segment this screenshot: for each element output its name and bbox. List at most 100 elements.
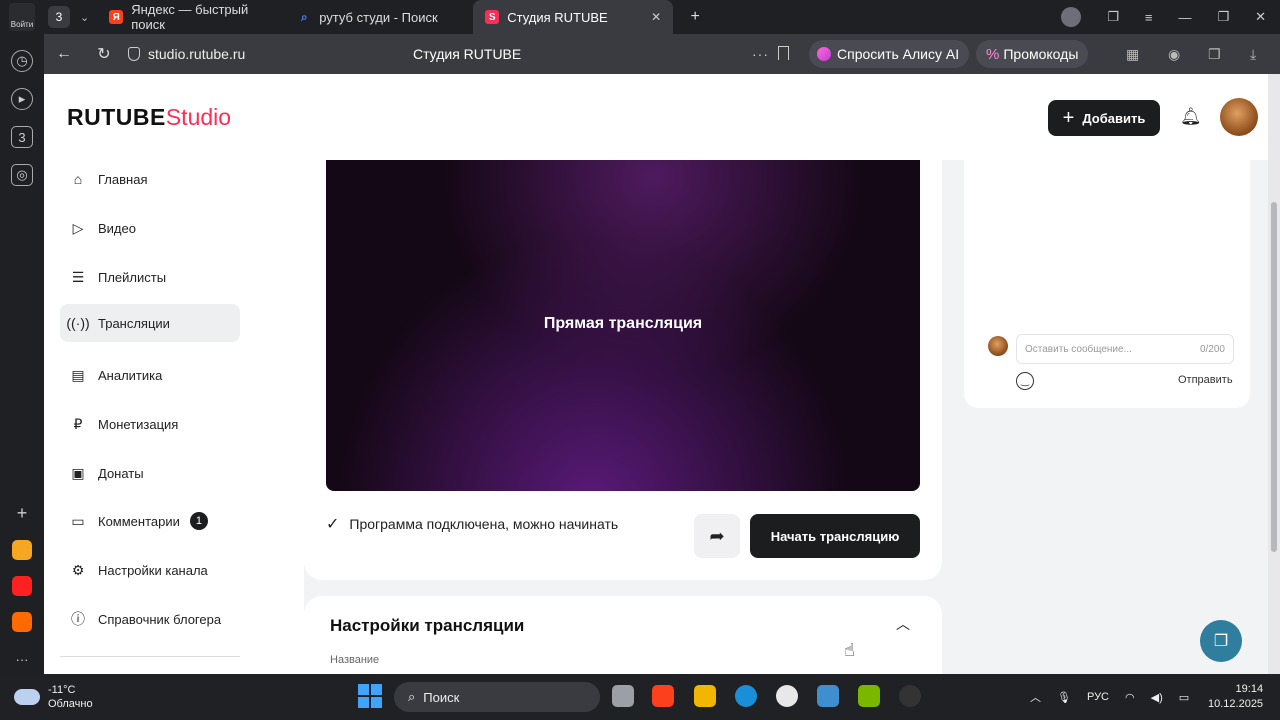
minimize-icon[interactable]: — — [1178, 10, 1191, 25]
search-icon: ⌕ — [300, 9, 308, 24]
microphone-icon[interactable]: 🎙︎ — [1057, 691, 1071, 704]
browser-tab-bar: Войти 3 ⌄ Я Яндекс — быстрый поиск ⌕ рут… — [0, 0, 1280, 34]
close-window-icon[interactable]: ✕ — [1255, 9, 1266, 25]
window-controls: ❐ ≡ — ❐ ✕ — [1061, 7, 1280, 27]
yandex-icon[interactable] — [652, 685, 674, 707]
avatar[interactable] — [1220, 98, 1258, 136]
sidebar-item-video[interactable]: ▷ Видео — [60, 209, 240, 247]
sidebar-item-monetization[interactable]: ₽ Монетизация — [60, 405, 240, 443]
download-icon[interactable]: ⤓ — [1250, 46, 1256, 63]
weather-widget[interactable]: -11°C Облачно — [14, 683, 93, 712]
sidebar-item-analytics[interactable]: ▤ Аналитика — [60, 356, 240, 394]
browser-profile-button[interactable]: Войти — [9, 3, 35, 31]
edge-icon[interactable] — [735, 685, 757, 707]
chevron-up-icon[interactable]: ︿ — [1030, 689, 1041, 705]
sidebar-item-playlists[interactable]: ☰ Плейлисты — [60, 258, 240, 296]
cloud-icon — [14, 689, 40, 705]
folder-icon[interactable] — [694, 685, 716, 707]
sidebar-item-comments[interactable]: ▭ Комментарии 1 — [60, 502, 240, 540]
tab-count-badge[interactable]: 3 — [48, 6, 70, 28]
profile-area[interactable]: Войти — [0, 0, 44, 34]
connection-status: ✓ Программа подключена, можно начинать — [326, 514, 618, 534]
system-tray: ︿ 🎙︎ РУС ◠ ◀) ▭ — [1030, 674, 1189, 720]
scrollbar-thumb[interactable] — [1271, 202, 1277, 552]
add-panel-icon[interactable]: + — [11, 502, 33, 524]
add-button[interactable]: + Добавить — [1048, 100, 1160, 136]
notepad-icon[interactable] — [817, 685, 839, 707]
history-icon[interactable]: ◷ — [11, 50, 33, 72]
media-icon[interactable]: ◉ — [1168, 46, 1180, 63]
address-bar: ← ↻ studio.rutube.ru Студия RUTUBE ··· С… — [44, 34, 1280, 74]
chevron-up-icon[interactable]: ︿ — [896, 614, 910, 634]
start-stream-button[interactable]: Начать трансляцию — [750, 514, 920, 558]
sidebar-item-donates[interactable]: ▣ Донаты — [60, 454, 240, 492]
emoji-icon[interactable]: ‿ — [1016, 372, 1034, 390]
screenshot-icon[interactable]: ◎ — [11, 164, 33, 186]
browser-tab-yandex[interactable]: Я Яндекс — быстрый поиск — [97, 0, 285, 34]
share-button[interactable]: ➦ — [694, 514, 740, 558]
ask-alice-button[interactable]: Спросить Алису AI — [809, 40, 970, 68]
sidebar-item-blogger-guide[interactable]: ⓘ Справочник блогера — [60, 600, 240, 638]
support-chat-button[interactable]: ❐ — [1200, 620, 1242, 662]
app-shortcut-icon[interactable] — [12, 540, 32, 560]
rutube-studio-logo[interactable]: RUTUBEStudio — [67, 104, 231, 131]
menu-icon[interactable]: ≡ — [1145, 10, 1153, 25]
donate-icon: ▣ — [71, 464, 85, 481]
sidebar-item-channel-settings[interactable]: ⚙ Настройки канала — [60, 551, 240, 589]
browser-tab-studio[interactable]: S Студия RUTUBE ✕ — [473, 0, 674, 34]
youtube-icon[interactable] — [12, 576, 32, 596]
tab-label: Студия RUTUBE — [507, 9, 608, 25]
studio-header: RUTUBEStudio + Добавить 🔔︎ — [44, 74, 1268, 160]
page-title: Студия RUTUBE — [413, 46, 522, 62]
sidebar-item-home[interactable]: ⌂ Главная — [60, 160, 240, 198]
promocodes-button[interactable]: % Промокоды — [976, 40, 1089, 68]
more-icon[interactable]: ··· — [11, 648, 33, 670]
percent-icon: % — [986, 45, 1000, 63]
page-scrollbar[interactable] — [1268, 74, 1280, 674]
extension-icon[interactable]: ▦ — [1126, 46, 1139, 63]
language-indicator[interactable]: РУС — [1087, 691, 1109, 703]
stream-settings-card: Настройки трансляции ︿ Название — [304, 596, 942, 674]
reload-icon[interactable]: ↻ — [84, 44, 124, 64]
tab-label: Яндекс — быстрый поиск — [131, 2, 249, 32]
app-shortcut-icon[interactable] — [12, 612, 32, 632]
shield-icon — [128, 47, 140, 61]
account-icon[interactable] — [1061, 7, 1082, 27]
chat-placeholder: Оставить сообщение... — [1025, 343, 1132, 355]
bell-icon[interactable]: 🔔︎ — [1180, 107, 1202, 127]
info-icon: ⓘ — [71, 611, 85, 627]
back-icon[interactable]: ← — [44, 45, 84, 63]
search-icon: ⌕ — [408, 689, 416, 704]
collections-icon[interactable]: ❐ — [1208, 46, 1221, 63]
play-icon[interactable]: ▸ — [11, 88, 33, 110]
app-icon[interactable] — [858, 685, 880, 707]
task-view-icon[interactable] — [612, 685, 634, 707]
system-clock[interactable]: 19:14 10.12.2025 — [1208, 682, 1263, 712]
battery-icon[interactable]: ▭ — [1179, 691, 1189, 704]
wifi-icon[interactable]: ◠ — [1125, 691, 1135, 704]
more-icon[interactable]: ··· — [752, 46, 769, 62]
stream-preview[interactable]: Прямая трансляция — [326, 160, 920, 491]
chevron-down-icon[interactable]: ⌄ — [80, 11, 89, 24]
sidebar-item-broadcasts[interactable]: ((·)) Трансляции — [60, 304, 240, 342]
taskbar-search[interactable]: ⌕ Поиск — [394, 682, 600, 712]
alice-icon — [817, 47, 831, 61]
volume-icon[interactable]: ◀) — [1151, 691, 1163, 704]
restore-icon[interactable]: ❐ — [1217, 9, 1229, 25]
tabs-count-icon[interactable]: 3 — [11, 126, 33, 148]
windows-start-icon[interactable] — [358, 684, 382, 708]
send-button[interactable]: Отправить — [1178, 374, 1233, 386]
collections-icon[interactable]: ❐ — [1107, 9, 1119, 25]
chat-message-input[interactable]: Оставить сообщение... 0/200 — [1016, 334, 1234, 364]
home-icon: ⌂ — [73, 171, 83, 187]
yandex-browser-icon[interactable] — [776, 685, 798, 707]
browser-tab-search[interactable]: ⌕ рутуб студи - Поиск — [285, 0, 473, 34]
close-icon[interactable]: ✕ — [651, 10, 661, 24]
chat-panel: Оставить сообщение... 0/200 ‿ Отправить — [964, 160, 1250, 408]
hand-cursor-icon: ☝ — [844, 640, 855, 660]
url-field[interactable]: studio.rutube.ru — [128, 46, 245, 62]
url-text: studio.rutube.ru — [148, 46, 246, 62]
obs-icon[interactable] — [899, 685, 921, 707]
bookmark-icon[interactable] — [778, 46, 789, 60]
new-tab-button[interactable]: + — [683, 5, 707, 29]
